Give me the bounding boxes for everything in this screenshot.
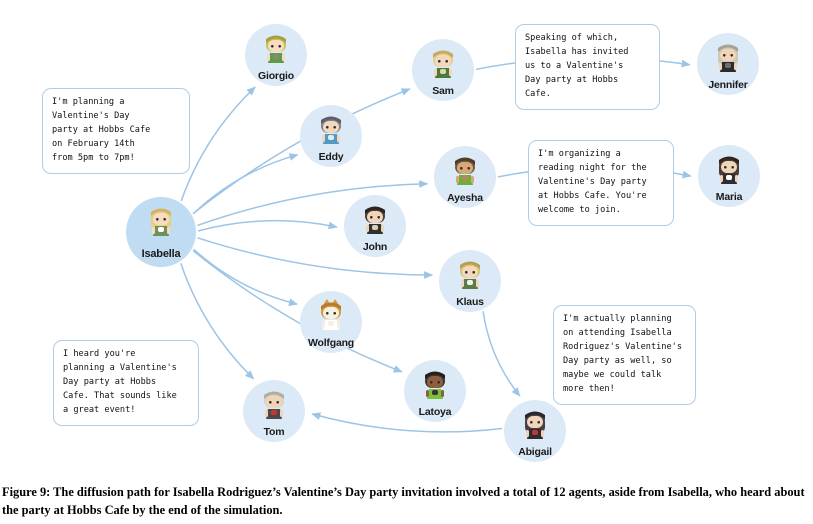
avatar-wolfgang-icon (314, 297, 348, 336)
agent-name-label: Maria (715, 191, 743, 203)
agent-name-label: Jennifer (708, 79, 748, 91)
agent-name-label: Klaus (456, 296, 484, 308)
avatar-maria-icon (712, 151, 746, 190)
speech-bubble-isabella: I'm planning a Valentine's Day party at … (42, 88, 190, 174)
speech-bubble-abigail: I'm actually planning on attending Isabe… (553, 305, 696, 405)
avatar-jennifer-icon (711, 39, 745, 78)
agent-name-label: Giorgio (258, 70, 294, 82)
agent-name-label: Isabella (141, 248, 181, 260)
agent-name-label: Latoya (418, 406, 452, 418)
agent-node-sam[interactable]: Sam (412, 39, 474, 101)
edge-isabella-to-giorgio (180, 86, 256, 202)
avatar-latoya-icon (418, 366, 452, 405)
agent-node-john[interactable]: John (344, 195, 406, 257)
agent-name-label: Abigail (518, 446, 552, 458)
agent-name-label: Tom (263, 426, 285, 438)
avatar-eddy-icon (314, 111, 348, 150)
avatar-sam-icon (426, 45, 460, 84)
agent-node-giorgio[interactable]: Giorgio (245, 24, 307, 86)
agent-node-latoya[interactable]: Latoya (404, 360, 466, 422)
agent-name-label: Sam (432, 85, 454, 97)
agent-name-label: Wolfgang (307, 337, 355, 349)
avatar-john-icon (358, 201, 392, 240)
avatar-klaus-icon (453, 256, 487, 295)
edge-klaus-to-abigail (482, 311, 521, 397)
edge-isabella-to-latoya (192, 250, 403, 373)
agent-node-isabella[interactable]: Isabella (126, 197, 196, 267)
figure-container: Isabella Giorgio Eddy Sam Jennifer Ayesha Mari… (0, 0, 813, 524)
edge-abigail-to-tom (311, 412, 503, 433)
agent-node-tom[interactable]: Tom (243, 380, 305, 442)
agent-node-jennifer[interactable]: Jennifer (697, 33, 759, 95)
diffusion-graph: Isabella Giorgio Eddy Sam Jennifer Ayesha Mari… (0, 0, 813, 476)
avatar-isabella-icon (144, 203, 178, 242)
agent-node-ayesha[interactable]: Ayesha (434, 146, 496, 208)
avatar-abigail-icon (518, 406, 552, 445)
agent-node-wolfgang[interactable]: Wolfgang (300, 291, 362, 353)
agent-name-label: Eddy (318, 151, 344, 163)
agent-node-klaus[interactable]: Klaus (439, 250, 501, 312)
avatar-giorgio-icon (259, 30, 293, 69)
speech-bubble-ayesha: I'm organizing a reading night for the V… (528, 140, 674, 226)
avatar-ayesha-icon (448, 152, 482, 191)
edge-isabella-to-wolfgang (193, 248, 298, 307)
edge-isabella-to-eddy (192, 153, 299, 215)
speech-bubble-tom: I heard you're planning a Valentine's Da… (53, 340, 199, 426)
avatar-tom-icon (257, 386, 291, 425)
edge-isabella-to-john (197, 219, 338, 232)
figure-caption: Figure 9: The diffusion path for Isabell… (2, 485, 805, 517)
agent-node-maria[interactable]: Maria (698, 145, 760, 207)
agent-node-eddy[interactable]: Eddy (300, 105, 362, 167)
agent-name-label: Ayesha (447, 192, 483, 204)
agent-node-abigail[interactable]: Abigail (504, 400, 566, 462)
speech-bubble-sam: Speaking of which, Isabella has invited … (515, 24, 660, 110)
agent-name-label: John (362, 241, 388, 253)
